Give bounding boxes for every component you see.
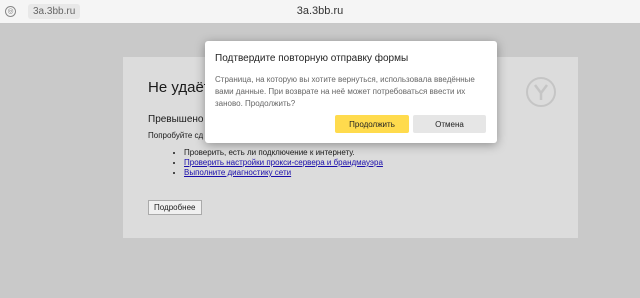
resubmit-dialog: Подтвердите повторную отправку формы Стр… — [205, 41, 497, 143]
network-diagnostics-link[interactable]: Выполните диагностику сети — [184, 168, 291, 177]
continue-button[interactable]: Продолжить — [335, 115, 409, 133]
list-item: Проверить, есть ли подключение к интерне… — [184, 148, 553, 158]
list-item: Проверить настройки прокси-сервера и бра… — [184, 158, 553, 168]
page-title: 3a.3bb.ru — [296, 5, 344, 17]
dialog-message: Страница, на которую вы хотите вернуться… — [215, 75, 475, 108]
proxy-settings-link[interactable]: Проверить настройки прокси-сервера и бра… — [184, 158, 383, 167]
list-item: Выполните диагностику сети — [184, 168, 553, 178]
address-bar: ◎ 3a.3bb.ru 3a.3bb.ru — [0, 0, 640, 24]
cancel-button[interactable]: Отмена — [413, 115, 486, 133]
yandex-browser-logo-icon — [526, 77, 556, 107]
dialog-title: Подтвердите повторную отправку формы — [215, 53, 409, 64]
details-button[interactable]: Подробнее — [148, 200, 202, 215]
suggestion-list: Проверить, есть ли подключение к интерне… — [148, 148, 553, 178]
